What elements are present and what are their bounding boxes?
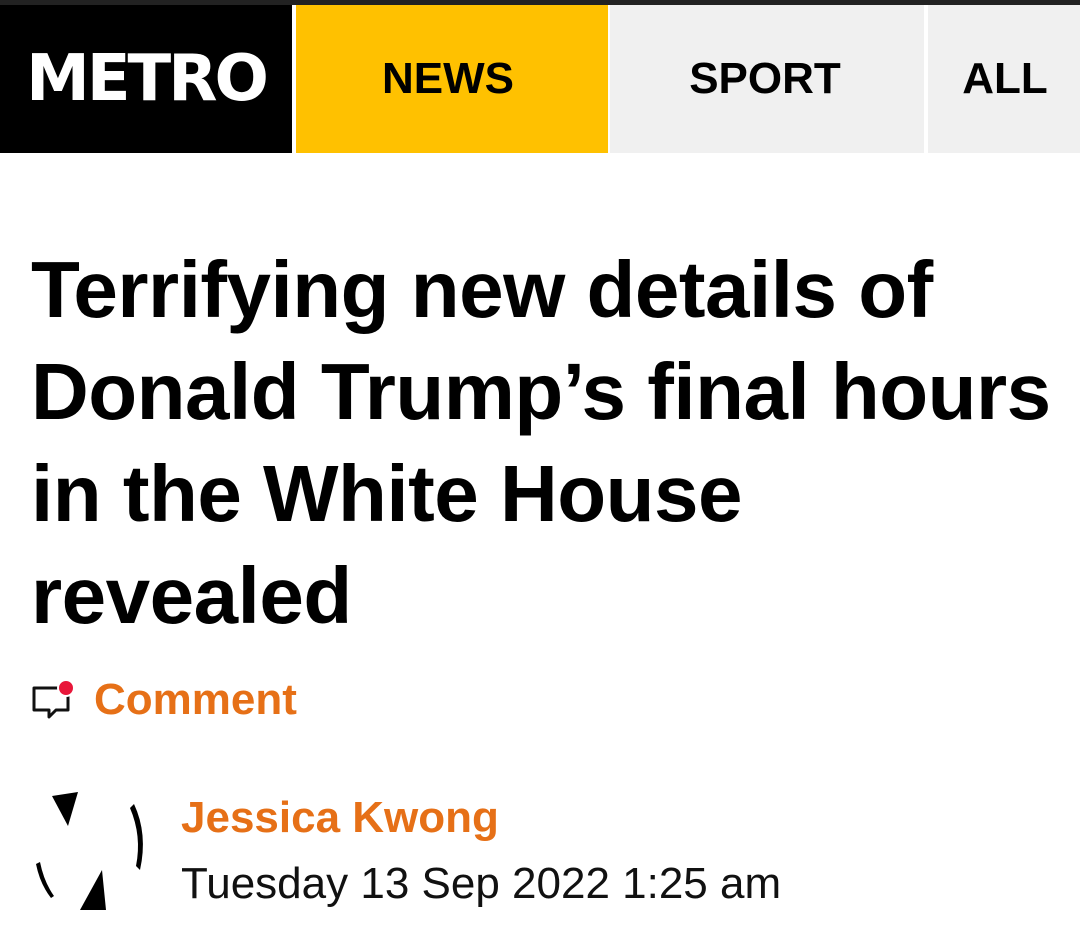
tab-all[interactable]: ALL xyxy=(924,5,1080,153)
comment-link[interactable]: Comment xyxy=(32,675,297,725)
tab-sport[interactable]: SPORT xyxy=(608,5,924,153)
comment-label[interactable]: Comment xyxy=(94,675,297,725)
notification-dot-icon xyxy=(57,679,75,697)
article-page: METRO NEWS SPORT ALL Terrifying new deta… xyxy=(0,0,1080,933)
publish-date: Tuesday 13 Sep 2022 1:25 am xyxy=(181,859,782,908)
metro-logo[interactable]: METRO xyxy=(0,5,292,153)
tab-news[interactable]: NEWS xyxy=(292,5,608,153)
author-avatar[interactable] xyxy=(32,790,154,914)
comment-bubble-icon xyxy=(32,679,75,721)
author-name[interactable]: Jessica Kwong xyxy=(181,792,499,844)
top-navigation: METRO NEWS SPORT ALL xyxy=(0,5,1080,153)
article-headline: Terrifying new details of Donald Trump’s… xyxy=(31,245,1051,640)
